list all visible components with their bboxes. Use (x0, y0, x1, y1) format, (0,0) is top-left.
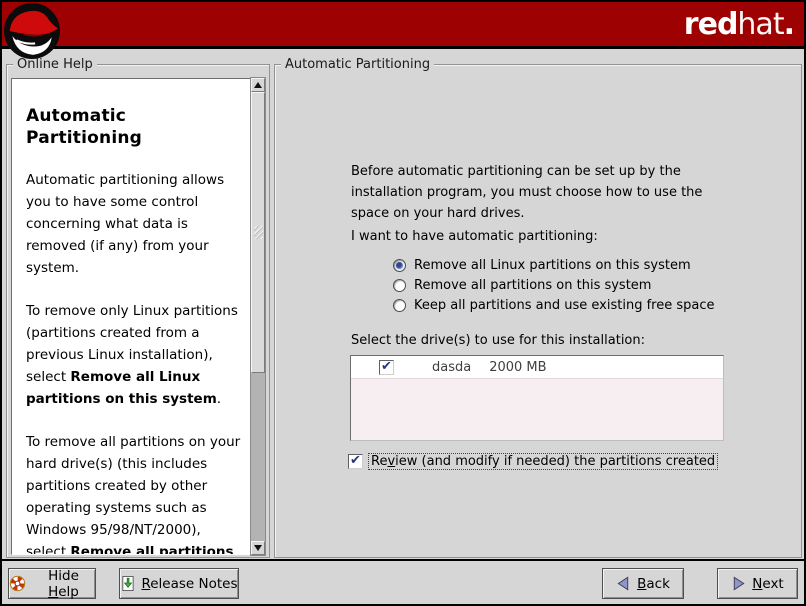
release-notes-button[interactable]: Release Notes (119, 568, 239, 599)
drive-size: 2000 MB (489, 360, 546, 375)
review-partitions-option[interactable]: Review (and modify if needed) the partit… (348, 453, 718, 470)
hide-help-mnemonic: H (48, 584, 58, 600)
online-help-panel: Online Help Automatic Partitioning Autom… (6, 64, 270, 558)
help-p3-text: To remove all partitions on your hard dr… (26, 434, 240, 555)
radio-button-icon[interactable] (393, 259, 406, 272)
drive-name: dasda (432, 360, 471, 375)
radio-button-icon[interactable] (393, 279, 406, 292)
automatic-partitioning-panel: Automatic Partitioning Before automatic … (274, 64, 802, 558)
help-text-area: Automatic Partitioning Automatic partiti… (11, 78, 252, 555)
next-arrow-icon (731, 576, 746, 591)
header-banner: redhat. (2, 2, 804, 49)
back-arrow-icon (616, 576, 631, 591)
hide-help-post: elp (58, 584, 79, 600)
radio-option-keep-all[interactable]: Keep all partitions and use existing fre… (393, 297, 714, 313)
radio-label: Remove all partitions on this system (414, 278, 651, 293)
radio-option-remove-linux[interactable]: Remove all Linux partitions on this syst… (393, 257, 691, 273)
redhat-shadowman-logo-icon (3, 2, 61, 60)
drive-checkbox[interactable] (379, 360, 394, 375)
installer-window: redhat. Online Help Automatic Partitioni… (0, 0, 806, 606)
help-paragraph-1: Automatic partitioning allows you to hav… (26, 169, 241, 279)
next-button[interactable]: Next (717, 568, 798, 599)
review-label-mnemonic: v (387, 454, 395, 469)
next-label: Next (752, 576, 783, 592)
help-p2-end: . (217, 391, 221, 407)
scroll-down-button[interactable] (251, 541, 265, 555)
release-notes-icon (120, 575, 135, 592)
wordmark-light: hat (737, 7, 783, 42)
radio-option-remove-all[interactable]: Remove all partitions on this system (393, 277, 651, 293)
release-notes-mnemonic: R (141, 576, 150, 592)
hide-help-button[interactable]: Hide Help (8, 568, 96, 599)
radio-label: Remove all Linux partitions on this syst… (414, 258, 691, 273)
review-checkbox-label: Review (and modify if needed) the partit… (368, 453, 718, 470)
scroll-up-icon (254, 82, 262, 88)
release-notes-label: Release Notes (141, 576, 237, 592)
radio-label: Keep all partitions and use existing fre… (414, 298, 714, 313)
review-checkbox[interactable] (348, 454, 363, 469)
back-button[interactable]: Back (602, 568, 684, 599)
help-paragraph-3: To remove all partitions on your hard dr… (26, 431, 241, 555)
redhat-wordmark: redhat. (684, 8, 794, 42)
next-post: ext (762, 576, 783, 592)
intro-text: Before automatic partitioning can be set… (351, 161, 707, 224)
drive-list[interactable]: dasda 2000 MB (350, 355, 724, 441)
hide-help-label: Hide Help (32, 568, 95, 600)
footer-separator (2, 559, 804, 561)
scrollbar-thumb[interactable] (251, 92, 265, 373)
help-scrollbar[interactable] (250, 77, 266, 556)
back-post: ack (646, 576, 670, 592)
life-ring-icon (9, 575, 26, 592)
help-title: Automatic Partitioning (26, 105, 241, 149)
scroll-up-button[interactable] (251, 78, 265, 92)
wordmark-bold: red (684, 7, 738, 42)
main-frame-label: Automatic Partitioning (281, 57, 434, 72)
review-label-post: iew (and modify if needed) the partition… (395, 454, 715, 469)
release-notes-post: elease Notes (150, 576, 237, 592)
hide-help-pre: Hide (48, 568, 79, 584)
drive-row-dasda[interactable]: dasda 2000 MB (351, 356, 723, 379)
wordmark-dot: . (784, 7, 794, 42)
drive-select-label: Select the drive(s) to use for this inst… (351, 333, 645, 348)
partitioning-question-label: I want to have automatic partitioning: (351, 229, 598, 244)
scrollbar-trough[interactable] (251, 373, 265, 541)
back-mnemonic: B (637, 576, 646, 592)
radio-button-icon[interactable] (393, 299, 406, 312)
next-mnemonic: N (752, 576, 762, 592)
help-paragraph-2: To remove only Linux partitions (partiti… (26, 300, 241, 410)
back-label: Back (637, 576, 670, 592)
scroll-down-icon (254, 545, 262, 551)
review-label-pre: Re (371, 454, 387, 469)
